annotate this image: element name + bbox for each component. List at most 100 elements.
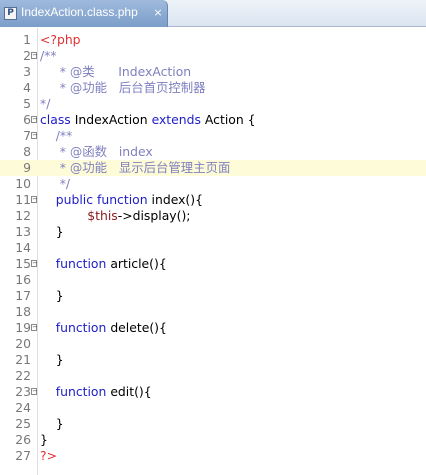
code-token: $this bbox=[40, 208, 118, 223]
line-number: 16 bbox=[15, 272, 31, 287]
line-number: 14 bbox=[15, 240, 31, 255]
fold-toggle-icon[interactable]: − bbox=[31, 132, 38, 139]
code-text: class IndexAction extends Action { bbox=[40, 112, 256, 128]
line-number: 4 bbox=[23, 80, 31, 95]
code-token: } bbox=[40, 352, 64, 367]
code-line[interactable]: 3 * @类 IndexAction bbox=[0, 64, 426, 80]
code-line[interactable]: 26} bbox=[0, 432, 426, 448]
line-number: 10 bbox=[15, 176, 31, 191]
tab-title: IndexAction.class.php bbox=[21, 5, 138, 19]
code-token: } bbox=[40, 224, 64, 239]
code-text: } bbox=[40, 352, 64, 368]
line-number: 17 bbox=[15, 288, 31, 303]
fold-toggle-icon[interactable]: − bbox=[31, 196, 38, 203]
line-number: 9 bbox=[23, 160, 31, 175]
line-number: 26 bbox=[15, 432, 31, 447]
code-text: /** bbox=[40, 48, 57, 64]
code-token: index(){ bbox=[151, 192, 203, 207]
code-line[interactable]: 8 * @函数 index bbox=[0, 144, 426, 160]
code-token: * @功能 后台首页控制器 bbox=[40, 80, 206, 95]
code-line[interactable]: 22 bbox=[0, 368, 426, 384]
line-number: 15 bbox=[15, 256, 31, 271]
code-line[interactable]: 12 $this->display(); bbox=[0, 208, 426, 224]
code-line[interactable]: 16 bbox=[0, 272, 426, 288]
code-text: /** bbox=[40, 128, 73, 144]
code-line[interactable]: 11− public function index(){ bbox=[0, 192, 426, 208]
code-line[interactable]: 17 } bbox=[0, 288, 426, 304]
code-text: } bbox=[40, 224, 64, 240]
code-token: public function bbox=[40, 192, 152, 207]
code-line[interactable]: 13 } bbox=[0, 224, 426, 240]
code-text: function article(){ bbox=[40, 256, 167, 272]
code-text: * @函数 index bbox=[40, 144, 153, 160]
code-token: IndexAction bbox=[74, 112, 152, 127]
code-token: edit(){ bbox=[110, 384, 152, 399]
fold-toggle-icon[interactable]: − bbox=[31, 52, 38, 59]
close-icon[interactable]: × bbox=[152, 7, 164, 19]
code-token: function bbox=[40, 256, 111, 271]
code-token: delete(){ bbox=[110, 320, 167, 335]
code-line[interactable]: 18 bbox=[0, 304, 426, 320]
code-token: function bbox=[40, 384, 111, 399]
line-number: 2 bbox=[23, 48, 31, 63]
code-text: } bbox=[40, 432, 48, 448]
code-text: } bbox=[40, 288, 64, 304]
code-line[interactable]: 19− function delete(){ bbox=[0, 320, 426, 336]
code-line[interactable]: 25 } bbox=[0, 416, 426, 432]
line-number: 12 bbox=[15, 208, 31, 223]
fold-toggle-icon[interactable]: − bbox=[31, 324, 38, 331]
code-token: ?> bbox=[40, 448, 57, 463]
line-number: 23 bbox=[15, 384, 31, 399]
code-token: article(){ bbox=[110, 256, 167, 271]
fold-toggle-icon[interactable]: − bbox=[31, 260, 38, 267]
code-token: } bbox=[40, 416, 64, 431]
line-number: 5 bbox=[23, 96, 31, 111]
code-token: ->display(); bbox=[117, 208, 191, 223]
line-number: 7 bbox=[23, 128, 31, 143]
fold-toggle-icon[interactable]: − bbox=[31, 388, 38, 395]
code-line[interactable]: 15− function article(){ bbox=[0, 256, 426, 272]
code-line[interactable]: 6− class IndexAction extends Action { bbox=[0, 112, 426, 128]
code-editor[interactable]: 1 <?php 2−/** 3 * @类 IndexAction 4 * @功能 后台首… bbox=[0, 28, 426, 475]
code-text: $this->display(); bbox=[40, 208, 190, 224]
code-token: */ bbox=[40, 96, 51, 111]
code-text: * @功能 后台首页控制器 bbox=[40, 80, 206, 96]
code-text: ?> bbox=[40, 448, 57, 464]
code-line[interactable]: 24 bbox=[0, 400, 426, 416]
code-line[interactable]: 5 */ bbox=[0, 96, 426, 112]
code-line[interactable]: 20 bbox=[0, 336, 426, 352]
code-token: class bbox=[40, 112, 75, 127]
code-line[interactable]: 10 */ bbox=[0, 176, 426, 192]
fold-toggle-icon[interactable]: − bbox=[31, 116, 38, 123]
code-text: function delete(){ bbox=[40, 320, 167, 336]
code-line[interactable]: 7− /** bbox=[0, 128, 426, 144]
code-line[interactable]: 23− function edit(){ bbox=[0, 384, 426, 400]
line-number: 13 bbox=[15, 224, 31, 239]
code-token: } bbox=[40, 288, 64, 303]
editor-tab-bar: P IndexAction.class.php × bbox=[0, 0, 426, 27]
code-line[interactable]: 4 * @功能 后台首页控制器 bbox=[0, 80, 426, 96]
code-token: */ bbox=[40, 176, 71, 191]
code-token: extends bbox=[151, 112, 205, 127]
line-number: 8 bbox=[23, 144, 31, 159]
line-number: 19 bbox=[15, 320, 31, 335]
code-token: * @类 IndexAction bbox=[40, 64, 192, 79]
line-number: 25 bbox=[15, 416, 31, 431]
tab-indexaction-class-php[interactable]: P IndexAction.class.php × bbox=[0, 0, 168, 27]
current-code-line[interactable]: 9 * @功能 显示后台管理主页面 bbox=[0, 160, 426, 176]
code-text: function edit(){ bbox=[40, 384, 152, 400]
line-number: 11 bbox=[15, 192, 31, 207]
code-text: } bbox=[40, 416, 64, 432]
code-line[interactable]: 21 } bbox=[0, 352, 426, 368]
code-line[interactable]: 27 ?> bbox=[0, 448, 426, 464]
code-line[interactable]: 1 <?php bbox=[0, 32, 426, 48]
code-token: * @函数 index bbox=[40, 144, 153, 159]
code-token: <?php bbox=[40, 32, 81, 47]
code-token: /** bbox=[40, 48, 57, 63]
line-number: 21 bbox=[15, 352, 31, 367]
line-number: 24 bbox=[15, 400, 31, 415]
code-token: Action { bbox=[204, 112, 256, 127]
code-line[interactable]: 14 bbox=[0, 240, 426, 256]
code-line[interactable]: 2−/** bbox=[0, 48, 426, 64]
line-number: 18 bbox=[15, 304, 31, 319]
